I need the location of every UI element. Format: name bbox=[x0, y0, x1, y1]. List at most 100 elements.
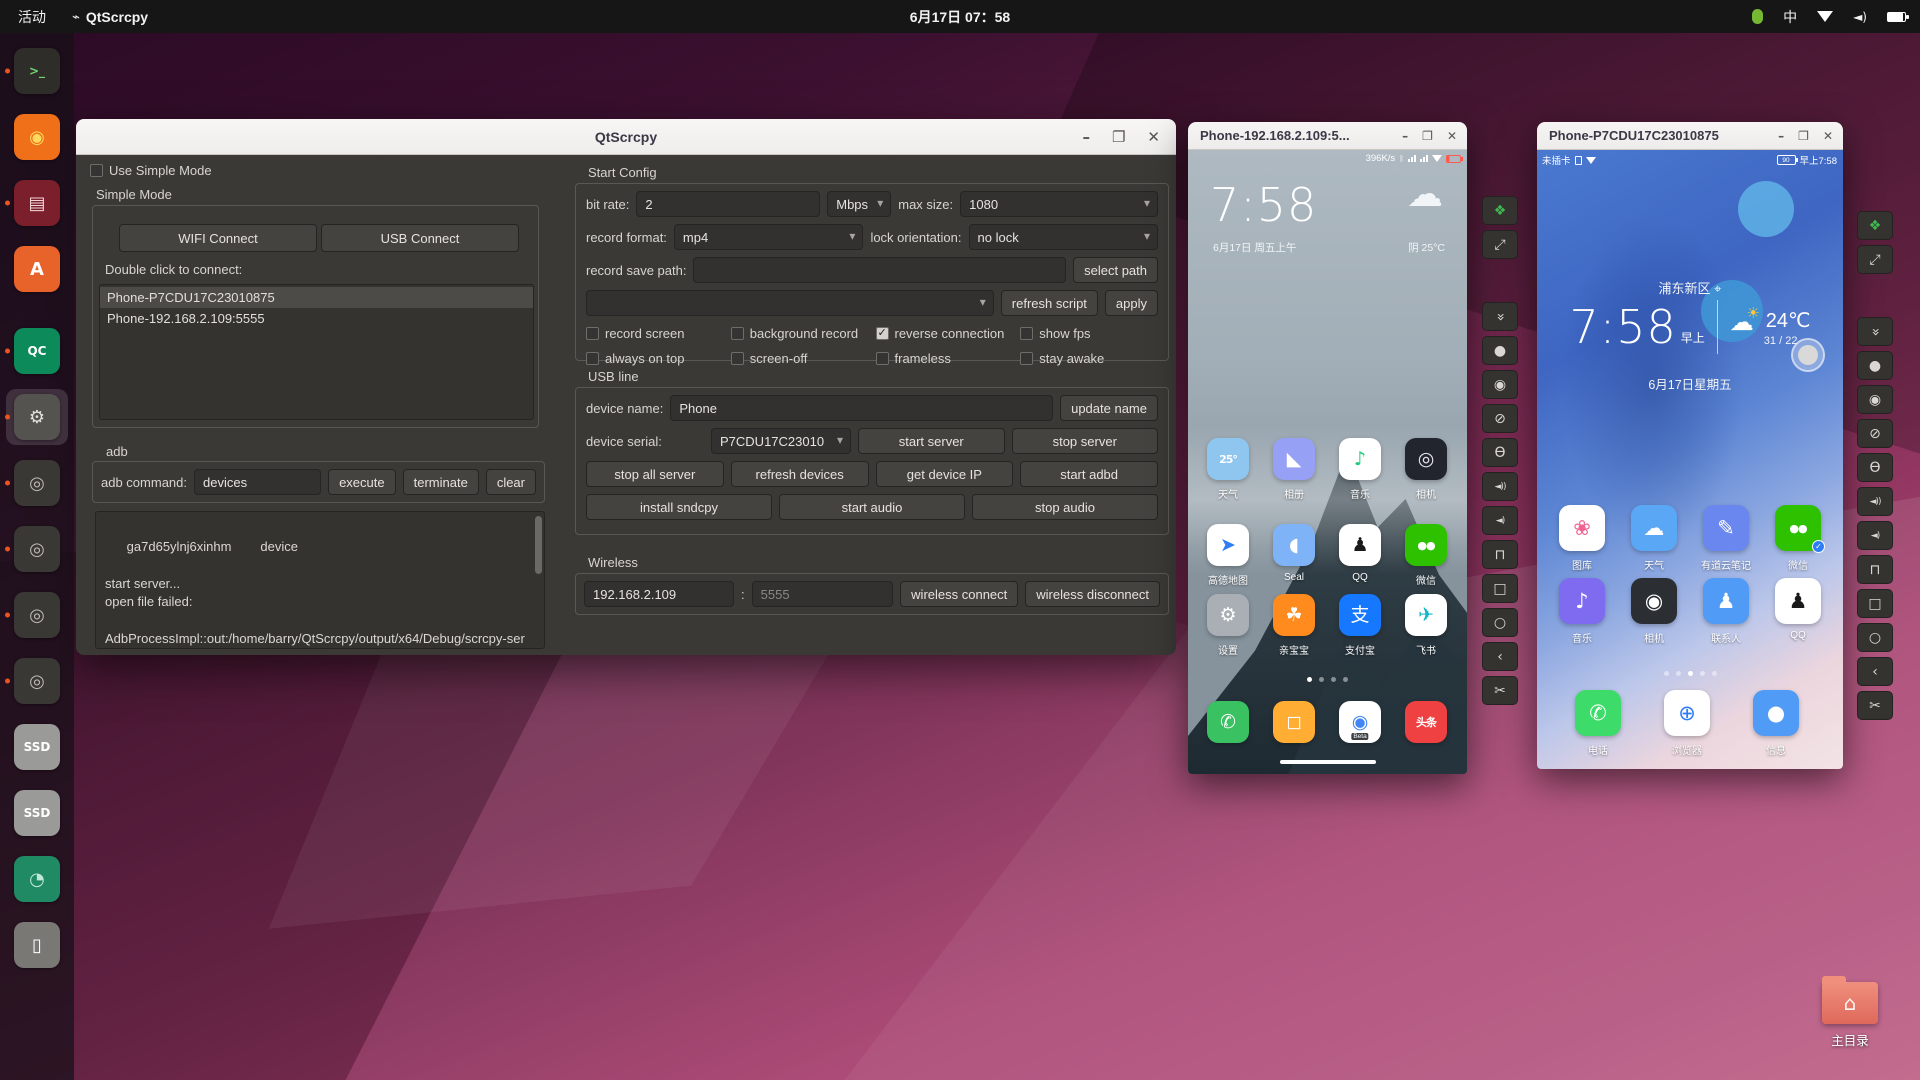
dock-firefox[interactable]: ◉ bbox=[6, 109, 68, 165]
dock-globe-app[interactable]: ◔ bbox=[6, 851, 68, 907]
config-checkbox[interactable]: frameless bbox=[875, 351, 1014, 366]
volume-icon[interactable]: ◄) bbox=[1853, 10, 1867, 24]
stop-all-server-button[interactable]: stop all server bbox=[586, 461, 724, 487]
screen-on-button[interactable]: ◉ bbox=[1482, 370, 1518, 399]
app-gallery[interactable]: ◣ 相册 bbox=[1261, 438, 1327, 501]
usb-connect-button[interactable]: USB Connect bbox=[321, 224, 519, 252]
dock-tablet-device[interactable]: ▯ bbox=[6, 917, 68, 973]
app-camera[interactable]: ◉ 相机 bbox=[1618, 578, 1690, 645]
lock-orientation-select[interactable]: no lock bbox=[968, 224, 1159, 250]
menu-button[interactable]: □ bbox=[1857, 589, 1893, 618]
dock-ssd-drive-1[interactable]: SSD bbox=[6, 719, 68, 775]
app-weather[interactable]: ☁ 天气 bbox=[1618, 505, 1690, 572]
execute-button[interactable]: execute bbox=[328, 469, 396, 495]
phone2-screen[interactable]: 未插卡 90 早上7:58 浦东新区 ⌖ 7:58 早上 ☀ ☁ 24℃ 31 … bbox=[1537, 150, 1843, 769]
app-contacts[interactable]: ♟ 联系人 bbox=[1690, 578, 1762, 645]
close-button[interactable]: ✕ bbox=[1447, 129, 1457, 143]
stop-audio-button[interactable]: stop audio bbox=[972, 494, 1158, 520]
home-indicator-bar[interactable] bbox=[1279, 760, 1376, 764]
update-name-button[interactable]: update name bbox=[1060, 395, 1158, 421]
activities-button[interactable]: 活动 bbox=[18, 7, 46, 27]
app-qq[interactable]: ♟ QQ bbox=[1327, 524, 1393, 587]
start-adbd-button[interactable]: start adbd bbox=[1020, 461, 1158, 487]
app-music[interactable]: ♪ 音乐 bbox=[1327, 438, 1393, 501]
install-sndcpy-button[interactable]: install sndcpy bbox=[586, 494, 772, 520]
menu-button[interactable]: □ bbox=[1482, 574, 1518, 603]
app-youdao-note[interactable]: ✎ 有道云笔记 bbox=[1690, 505, 1762, 572]
app-browser[interactable]: ⊕ 浏览器 bbox=[1651, 690, 1723, 757]
dock-settings[interactable]: ⚙ bbox=[5, 389, 68, 445]
bit-rate-input[interactable]: 2 bbox=[636, 191, 821, 217]
app-qinbaobao[interactable]: ☘ 亲宝宝 bbox=[1261, 594, 1327, 657]
stop-server-button[interactable]: stop server bbox=[1011, 428, 1158, 454]
dock-ssd-drive-2[interactable]: SSD bbox=[6, 785, 68, 841]
scrollbar-thumb[interactable] bbox=[535, 516, 542, 574]
script-select[interactable] bbox=[586, 290, 994, 316]
record-format-select[interactable]: mp4 bbox=[673, 224, 864, 250]
phone1-screen[interactable]: 396K/s ᛒ 7:58 6月17日 周五上午 ☁ 阴 25°C 25° 天气 bbox=[1188, 150, 1467, 774]
phone1-titlebar[interactable]: Phone-192.168.2.109:5... – ❐ ✕ bbox=[1188, 122, 1467, 150]
max-size-select[interactable]: 1080 bbox=[960, 191, 1159, 217]
device-name-input[interactable]: Phone bbox=[670, 395, 1054, 421]
refresh-devices-button[interactable]: refresh devices bbox=[730, 461, 869, 487]
app-settings[interactable]: ⚙ 设置 bbox=[1195, 594, 1261, 657]
device-list-item[interactable]: Phone-192.168.2.109:5555 bbox=[100, 308, 533, 329]
volume-down-button[interactable]: ◄) bbox=[1482, 506, 1518, 535]
power-button[interactable]: Ѳ bbox=[1857, 453, 1893, 482]
dock-ubuntu-software[interactable]: A bbox=[6, 241, 68, 297]
clear-button[interactable]: clear bbox=[485, 469, 536, 495]
app-messages[interactable]: ◻ bbox=[1261, 701, 1327, 743]
close-button[interactable]: ✕ bbox=[1147, 128, 1160, 146]
notification-expand-button[interactable]: » bbox=[1857, 317, 1893, 346]
wireless-disconnect-button[interactable]: wireless disconnect bbox=[1025, 581, 1160, 607]
app-alipay[interactable]: 支 支付宝 bbox=[1327, 594, 1393, 657]
app-qq[interactable]: ♟ QQ bbox=[1762, 578, 1834, 645]
config-checkbox[interactable]: always on top bbox=[586, 351, 724, 366]
back-button[interactable]: ‹ bbox=[1482, 642, 1518, 671]
dock-device-2[interactable]: ◎ bbox=[5, 521, 68, 577]
volume-down-button[interactable]: ◄) bbox=[1857, 521, 1893, 550]
screenshot-button[interactable]: ✂ bbox=[1482, 676, 1518, 705]
dock-files-red[interactable]: ▤ bbox=[5, 175, 68, 231]
start-audio-button[interactable]: start audio bbox=[779, 494, 965, 520]
wifi-connect-button[interactable]: WIFI Connect bbox=[119, 224, 317, 252]
app-chrome-beta[interactable]: ◉ Beta bbox=[1327, 701, 1393, 743]
power-button[interactable]: Ѳ bbox=[1482, 438, 1518, 467]
dock-show-applications[interactable] bbox=[6, 1012, 68, 1068]
maximize-button[interactable]: ❐ bbox=[1112, 128, 1125, 146]
use-simple-mode-checkbox[interactable]: Use Simple Mode bbox=[90, 163, 212, 178]
wireless-ip-input[interactable]: 192.168.2.109 bbox=[584, 581, 734, 607]
dock-qtcreator[interactable]: QC bbox=[5, 323, 68, 379]
config-checkbox[interactable]: record screen bbox=[586, 326, 724, 341]
wireless-port-input[interactable] bbox=[751, 581, 894, 607]
battery-icon[interactable] bbox=[1887, 11, 1909, 22]
refresh-script-button[interactable]: refresh script bbox=[1000, 290, 1098, 316]
terminate-button[interactable]: terminate bbox=[402, 469, 479, 495]
volume-up-button[interactable]: ◄)) bbox=[1857, 487, 1893, 516]
app-music[interactable]: ♪ 音乐 bbox=[1546, 578, 1618, 645]
screen-on-button[interactable]: ◉ bbox=[1857, 385, 1893, 414]
dock-device-3[interactable]: ◎ bbox=[5, 587, 68, 643]
app-messages[interactable]: ● 信息 bbox=[1740, 690, 1812, 757]
select-path-button[interactable]: select path bbox=[1073, 257, 1158, 283]
assistive-ball[interactable] bbox=[1791, 338, 1825, 372]
group-control-button[interactable]: ❖ bbox=[1482, 196, 1518, 225]
device-list[interactable]: Phone-P7CDU17C23010875 Phone-192.168.2.1… bbox=[99, 284, 534, 420]
config-checkbox[interactable]: stay awake bbox=[1020, 351, 1158, 366]
recording-indicator-icon[interactable] bbox=[1752, 9, 1764, 24]
app-switch-button[interactable]: ⊓ bbox=[1482, 540, 1518, 569]
app-weather[interactable]: 25° 天气 bbox=[1195, 438, 1261, 501]
apply-button[interactable]: apply bbox=[1104, 290, 1158, 316]
adb-command-input[interactable]: devices bbox=[194, 469, 322, 495]
app-wechat[interactable]: ●● ✓ 微信 bbox=[1762, 505, 1834, 572]
app-camera[interactable]: ◎ 相机 bbox=[1393, 438, 1459, 501]
app-amap[interactable]: ➤ 高德地图 bbox=[1195, 524, 1261, 587]
fullscreen-button[interactable]: ⤢ bbox=[1482, 230, 1518, 259]
app-wechat[interactable]: ●● 微信 bbox=[1393, 524, 1459, 587]
adb-log-output[interactable]: ga7d65ylnj6xinhm device start server... … bbox=[95, 511, 545, 649]
home-button[interactable]: ○ bbox=[1857, 623, 1893, 652]
app-switch-button[interactable]: ⊓ bbox=[1857, 555, 1893, 584]
volume-up-button[interactable]: ◄)) bbox=[1482, 472, 1518, 501]
back-button[interactable]: ‹ bbox=[1857, 657, 1893, 686]
config-checkbox[interactable]: screen-off bbox=[730, 351, 869, 366]
